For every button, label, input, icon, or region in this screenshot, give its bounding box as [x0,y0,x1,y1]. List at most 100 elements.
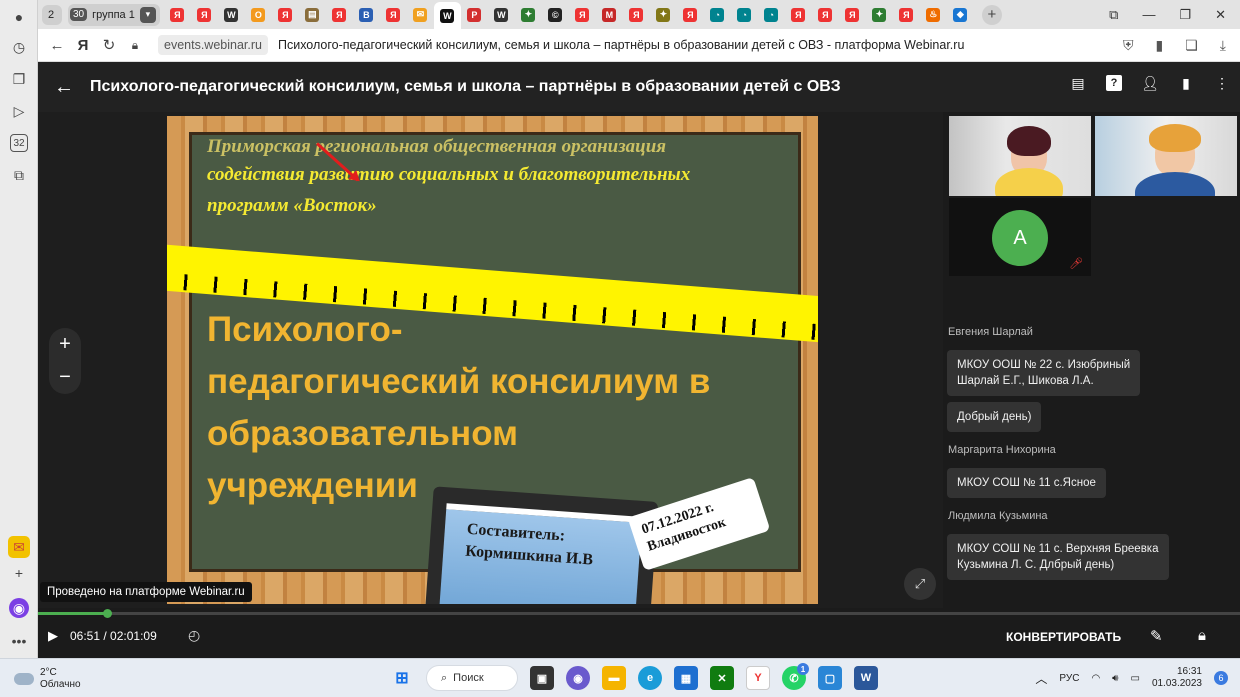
lock-icon[interactable]: 🔒︎ [1198,627,1206,644]
lock-icon[interactable]: 🔒︎ [122,38,148,53]
zoom-out-button[interactable]: − [49,361,81,394]
browser-tab[interactable]: Я [893,4,920,26]
reload-icon[interactable]: ↻ [96,36,122,54]
url-host[interactable]: events.webinar.ru [158,35,268,55]
close-icon[interactable]: ✕ [1215,7,1226,23]
download-icon[interactable]: ⤓ [1220,37,1226,54]
yandex-icon: Я [845,7,860,22]
browser-tab[interactable]: Я [326,4,353,26]
webcam-tile-3[interactable]: А 🎤︎ [949,198,1091,276]
new-tab-button[interactable]: + [981,4,1002,25]
reader-icon[interactable]: ❏ [1185,37,1198,54]
xbox-icon[interactable]: ✕ [710,666,734,690]
yandex-browser-icon[interactable]: Y [746,666,770,690]
alice-icon[interactable]: ◉ [9,598,29,618]
browser-tab[interactable]: © [542,4,569,26]
back-arrow-icon[interactable]: ← [38,76,90,99]
browser-tab[interactable]: ✦ [650,4,677,26]
chevron-up-icon[interactable]: ︿ [1035,670,1047,687]
browser-tab[interactable]: ◔ [731,4,758,26]
taskbar-search[interactable]: ⌕ Поиск [426,665,518,691]
browser-tab[interactable]: Я [812,4,839,26]
yandex-icon[interactable]: Я [70,37,96,54]
browser-tab[interactable]: W [218,4,245,26]
clock[interactable]: 16:31 01.03.2023 [1152,666,1202,690]
browser-tab[interactable]: W [488,4,515,26]
help-icon[interactable]: ? [1106,75,1122,91]
windows-start-icon[interactable]: ⊞ [390,666,414,690]
browser-tab[interactable]: Я [164,4,191,26]
tab-counter[interactable]: 2 [42,4,62,25]
browser-tab[interactable]: Я [785,4,812,26]
video-icon[interactable]: ▷ [8,100,30,122]
wifi-icon[interactable]: ◠ [1091,673,1100,684]
browser-tab[interactable]: Я [272,4,299,26]
fullscreen-button[interactable]: ⤢ [904,568,936,600]
profile-icon[interactable]: ● [8,6,30,28]
browser-tab[interactable]: В [353,4,380,26]
battery-icon[interactable]: ▭ [1130,673,1139,684]
browser-tab[interactable]: ◆ [947,4,974,26]
participants-icon[interactable]: 👤︎ [1141,75,1159,91]
protect-icon[interactable]: ⛨ [1123,37,1134,54]
progress-bar[interactable] [38,609,1240,618]
file-explorer-icon[interactable]: ▬ [602,666,626,690]
browser-tab[interactable]: ◔ [758,4,785,26]
browser-tab[interactable]: Я [677,4,704,26]
mail-app-icon[interactable]: ✉ [8,536,30,558]
calendar-icon[interactable]: 32 [10,134,28,152]
pen-icon[interactable]: ✎ [1150,627,1163,645]
url-page-title[interactable]: Психолого-педагогический консилиум, семь… [278,38,964,52]
convert-button[interactable]: КОНВЕРТИРОВАТЬ [1006,630,1121,644]
teams-chat-icon[interactable]: ◉ [566,666,590,690]
browser-tab[interactable]: Я [839,4,866,26]
browser-tab[interactable]: ◔ [704,4,731,26]
file-icon[interactable]: ▮ [1178,75,1194,91]
task-view-icon[interactable]: ▣ [530,666,554,690]
webcam-tile-2[interactable] [1095,116,1237,196]
more-icon[interactable]: ••• [8,630,30,652]
collections-icon[interactable]: ❐ [8,68,30,90]
zoom-in-button[interactable]: + [49,328,81,361]
tab-group[interactable]: 30 группа 1 ▾ [68,3,160,26]
history-icon[interactable]: ◷ [8,36,30,58]
browser-tab[interactable]: Я [191,4,218,26]
language-indicator[interactable]: РУС [1059,673,1079,684]
word-icon[interactable]: W [854,666,878,690]
browser-tab[interactable]: О [245,4,272,26]
restore-icon[interactable]: ❐ [1179,7,1191,23]
browser-tab[interactable]: Я [380,4,407,26]
whatsapp-icon[interactable]: ✆ 1 [782,663,809,690]
add-panel-icon[interactable]: + [8,562,30,584]
weather-widget[interactable]: 2°C Облачно [14,667,81,691]
slide-heading-line-1: Психолого- [207,310,403,349]
chevron-down-icon[interactable]: ▾ [139,6,156,23]
browser-tab[interactable]: ✦ [866,4,893,26]
browser-tab[interactable]: ✦ [515,4,542,26]
more-vertical-icon[interactable]: ⋮ [1214,75,1230,91]
browser-tab[interactable]: ▤ [299,4,326,26]
browser-tab[interactable]: ♨ [920,4,947,26]
play-icon[interactable]: ▶ [48,628,58,644]
browser-tab[interactable]: Я [569,4,596,26]
webcam-tile-1[interactable] [949,116,1091,196]
screen-app-icon[interactable]: ▢ [818,666,842,690]
tab-list-icon[interactable]: ⧉ [1109,7,1118,23]
browser-tab[interactable]: W [433,2,461,29]
volume-icon[interactable]: 🔊︎ [1112,673,1118,684]
back-icon[interactable]: ← [44,37,70,54]
minimize-icon[interactable]: — [1142,7,1155,22]
chat-icon[interactable]: ▤ [1070,75,1086,91]
browser-tab[interactable]: ✉ [407,4,434,26]
screenshot-icon[interactable]: ⧉ [8,164,30,186]
progress-handle[interactable] [102,609,112,618]
bookmark-icon[interactable]: ▮ [1156,37,1164,54]
notifications-badge[interactable]: 6 [1214,671,1228,685]
browser-tab[interactable]: Я [623,4,650,26]
chat-message: МКОУ СОШ № 11 с.Ясное [947,468,1106,498]
edge-icon[interactable]: e [638,666,662,690]
store-icon[interactable]: ▦ [674,666,698,690]
speed-icon[interactable]: ◴ [188,627,200,644]
browser-tab[interactable]: P [461,4,488,26]
browser-tab[interactable]: М [596,4,623,26]
